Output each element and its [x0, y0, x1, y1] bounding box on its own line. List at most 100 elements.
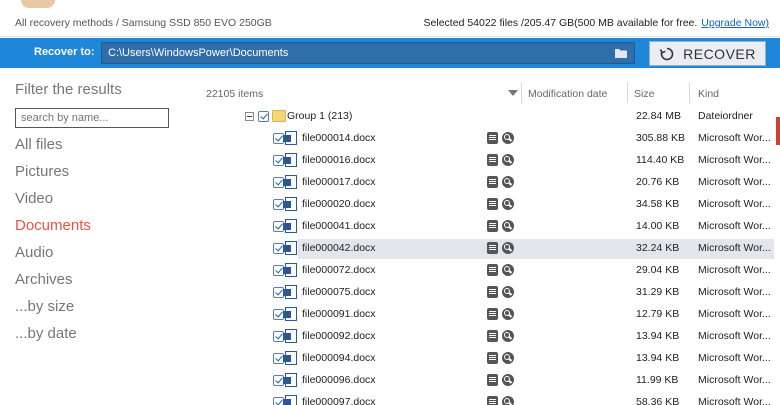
filter-title: Filter the results	[15, 81, 122, 98]
file-row[interactable]: file000017.docx 20.76 KB Microsoft Wor...	[190, 172, 780, 194]
search-preview-icon[interactable]	[502, 242, 514, 254]
file-kind: Microsoft Wor...	[698, 308, 771, 320]
word-doc-icon	[283, 153, 297, 167]
filter-item-by-size[interactable]: ...by size	[15, 298, 74, 315]
collapse-toggle-icon[interactable]	[245, 112, 254, 121]
list-header: 22105 items Modification date Size Kind	[190, 80, 780, 106]
file-kind: Microsoft Wor...	[698, 132, 771, 144]
preview-icon[interactable]	[487, 396, 498, 405]
group-kind: Dateiordner	[698, 110, 753, 122]
file-row[interactable]: file000072.docx 29.04 KB Microsoft Wor...	[190, 260, 780, 282]
file-size: 305.88 KB	[636, 132, 686, 144]
file-row[interactable]: file000092.docx 13.94 KB Microsoft Wor...	[190, 326, 780, 348]
file-row[interactable]: file000096.docx 11.99 KB Microsoft Wor...	[190, 370, 780, 392]
file-size: 31.29 KB	[636, 286, 680, 298]
preview-icon[interactable]	[487, 330, 498, 342]
filter-item-audio[interactable]: Audio	[15, 244, 53, 261]
preview-icon[interactable]	[487, 242, 498, 254]
file-name: file000096.docx	[302, 374, 376, 386]
file-name: file000016.docx	[302, 154, 376, 166]
file-name: file000020.docx	[302, 198, 376, 210]
word-doc-icon	[283, 307, 297, 321]
file-name: file000094.docx	[302, 352, 376, 364]
preview-icon[interactable]	[487, 220, 498, 232]
preview-icon[interactable]	[487, 264, 498, 276]
word-doc-icon	[283, 373, 297, 387]
column-size[interactable]: Size	[634, 88, 654, 100]
search-preview-icon[interactable]	[502, 286, 514, 298]
filter-item-archives[interactable]: Archives	[15, 271, 73, 288]
sort-arrow-icon[interactable]	[508, 90, 518, 96]
file-kind: Microsoft Wor...	[698, 330, 771, 342]
search-preview-icon[interactable]	[502, 132, 514, 144]
file-row[interactable]: file000097.docx 58.36 KB Microsoft Wor...	[190, 392, 780, 405]
preview-icon[interactable]	[487, 132, 498, 144]
file-kind: Microsoft Wor...	[698, 396, 771, 405]
preview-icon[interactable]	[487, 286, 498, 298]
file-kind: Microsoft Wor...	[698, 286, 771, 298]
column-separator	[521, 83, 522, 103]
file-kind: Microsoft Wor...	[698, 220, 771, 232]
file-kind: Microsoft Wor...	[698, 198, 771, 210]
breadcrumb[interactable]: All recovery methods / Samsung SSD 850 E…	[15, 17, 272, 29]
file-name: file000014.docx	[302, 132, 376, 144]
word-doc-icon	[283, 263, 297, 277]
preview-icon[interactable]	[487, 374, 498, 386]
search-preview-icon[interactable]	[502, 352, 514, 364]
recover-button[interactable]: RECOVER	[649, 41, 766, 66]
file-size: 20.76 KB	[636, 176, 680, 188]
filter-item-all-files[interactable]: All files	[15, 136, 63, 153]
file-list: Group 1 (213) 22.84 MB Dateiordner file0…	[190, 106, 780, 405]
file-size: 11.99 KB	[636, 374, 679, 386]
search-preview-icon[interactable]	[502, 308, 514, 320]
file-row[interactable]: file000041.docx 14.00 KB Microsoft Wor...	[190, 216, 780, 238]
selection-info: Selected 54022 files /205.47 GB(500 MB a…	[424, 17, 769, 29]
checkbox-icon[interactable]	[258, 111, 269, 122]
item-count: 22105 items	[206, 88, 264, 100]
column-modification-date[interactable]: Modification date	[528, 88, 607, 100]
scrollbar-thumb[interactable]	[776, 117, 780, 145]
file-size: 29.04 KB	[636, 264, 680, 276]
search-preview-icon[interactable]	[502, 198, 514, 210]
file-size: 114.40 KB	[636, 154, 685, 166]
file-name: file000097.docx	[302, 396, 376, 405]
preview-icon[interactable]	[487, 308, 498, 320]
search-preview-icon[interactable]	[502, 154, 514, 166]
search-preview-icon[interactable]	[502, 220, 514, 232]
file-row[interactable]: file000014.docx 305.88 KB Microsoft Wor...	[190, 128, 780, 150]
file-size: 13.94 KB	[636, 352, 680, 364]
word-doc-icon	[283, 395, 297, 405]
preview-icon[interactable]	[487, 352, 498, 364]
file-row[interactable]: file000042.docx 32.24 KB Microsoft Wor...	[190, 238, 780, 260]
file-name: file000075.docx	[302, 286, 376, 298]
filter-item-video[interactable]: Video	[15, 190, 53, 207]
filter-item-documents[interactable]: Documents	[15, 217, 91, 234]
filter-sidebar: Filter the results All files Pictures Vi…	[0, 70, 190, 405]
file-kind: Microsoft Wor...	[698, 242, 771, 254]
preview-icon[interactable]	[487, 176, 498, 188]
search-preview-icon[interactable]	[502, 396, 514, 405]
search-input[interactable]	[15, 108, 169, 128]
preview-icon[interactable]	[487, 154, 498, 166]
file-row[interactable]: file000094.docx 13.94 KB Microsoft Wor...	[190, 348, 780, 370]
search-preview-icon[interactable]	[502, 264, 514, 276]
filter-item-by-date[interactable]: ...by date	[15, 325, 77, 342]
file-row[interactable]: file000016.docx 114.40 KB Microsoft Wor...	[190, 150, 780, 172]
file-name: file000092.docx	[302, 330, 376, 342]
word-doc-icon	[283, 351, 297, 365]
filter-item-pictures[interactable]: Pictures	[15, 163, 69, 180]
column-kind[interactable]: Kind	[698, 88, 719, 100]
preview-icon[interactable]	[487, 198, 498, 210]
file-row[interactable]: file000020.docx 34.58 KB Microsoft Wor...	[190, 194, 780, 216]
search-preview-icon[interactable]	[502, 176, 514, 188]
file-size: 34.58 KB	[636, 198, 680, 210]
recover-path-field[interactable]: C:\Users\WindowsPower\Documents	[101, 42, 635, 64]
file-row[interactable]: file000091.docx 12.79 KB Microsoft Wor...	[190, 304, 780, 326]
upgrade-now-link[interactable]: Upgrade Now)	[701, 17, 769, 29]
search-preview-icon[interactable]	[502, 330, 514, 342]
folder-browse-icon[interactable]	[614, 46, 628, 60]
search-preview-icon[interactable]	[502, 374, 514, 386]
group-row[interactable]: Group 1 (213) 22.84 MB Dateiordner	[190, 106, 780, 128]
file-row[interactable]: file000075.docx 31.29 KB Microsoft Wor...	[190, 282, 780, 304]
word-doc-icon	[283, 131, 297, 145]
